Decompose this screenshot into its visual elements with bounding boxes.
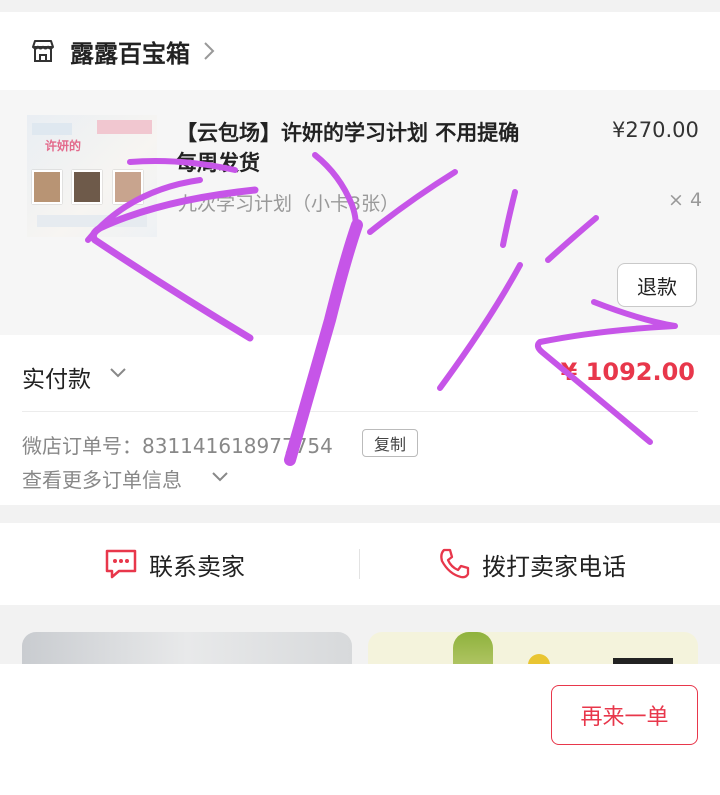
payment-section: 实付款 ¥ 1092.00 微店订单号：831141618977754 复制 查… xyxy=(0,335,720,505)
contact-row: 联系卖家 拨打卖家电话 xyxy=(0,523,720,605)
product-title[interactable]: 【云包场】许妍的学习计划 不用提确每周发货 xyxy=(176,118,536,178)
contact-seller-label: 联系卖家 xyxy=(149,552,245,581)
chevron-down-icon[interactable] xyxy=(109,367,127,379)
reorder-button[interactable]: 再来一单 xyxy=(551,685,698,745)
more-order-info[interactable]: 查看更多订单信息 xyxy=(22,464,182,493)
chat-icon xyxy=(105,549,137,579)
product-quantity: × 4 xyxy=(668,189,703,211)
chevron-right-icon xyxy=(204,42,215,60)
product-spec: 九次学习计划（小卡3张） xyxy=(178,193,400,215)
call-seller-button[interactable]: 拨打卖家电话 xyxy=(436,523,626,605)
shop-header[interactable]: 露露百宝箱 xyxy=(0,12,720,90)
bottom-bar: 再来一单 xyxy=(0,664,720,795)
call-seller-label: 拨打卖家电话 xyxy=(482,552,626,581)
chevron-down-icon[interactable] xyxy=(211,471,229,483)
paid-amount: ¥ 1092.00 xyxy=(560,358,695,386)
order-number: 微店订单号：831141618977754 xyxy=(22,434,333,458)
paid-amount-label[interactable]: 实付款 xyxy=(22,360,91,394)
contact-seller-button[interactable]: 联系卖家 xyxy=(103,523,245,605)
top-strip xyxy=(0,0,720,12)
recommendations xyxy=(0,605,720,672)
store-icon xyxy=(32,40,54,62)
phone-icon xyxy=(440,548,470,579)
product-thumbnail[interactable]: 许妍的 xyxy=(27,115,157,237)
shop-name[interactable]: 露露百宝箱 xyxy=(70,34,190,69)
refund-button[interactable]: 退款 xyxy=(617,263,697,307)
divider xyxy=(22,411,698,412)
product-price: ¥270.00 xyxy=(612,118,699,142)
copy-button[interactable]: 复制 xyxy=(362,429,418,457)
divider xyxy=(359,549,360,579)
